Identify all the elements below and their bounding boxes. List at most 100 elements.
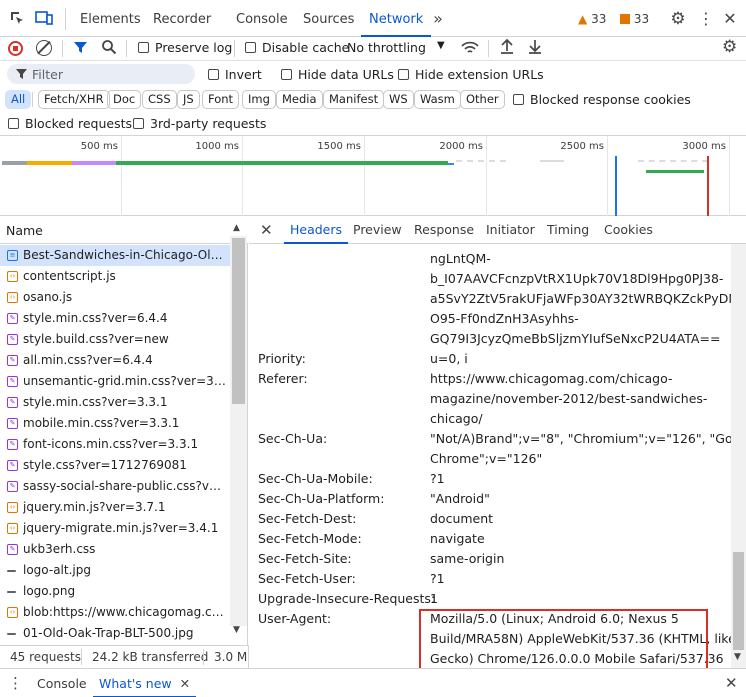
timeline-gridline <box>607 136 608 216</box>
request-row[interactable]: logo.png <box>0 581 230 602</box>
request-row[interactable]: ✎ style.min.css?ver=3.3.1 <box>0 392 230 413</box>
network-settings-gear-icon[interactable]: ⚙ <box>722 37 737 57</box>
type-filter-ws[interactable]: WS <box>383 90 414 109</box>
timeline-tick-label: 500 ms <box>80 141 118 152</box>
request-row[interactable]: logo-alt.jpg <box>0 560 230 581</box>
tab-console[interactable]: Console <box>236 0 288 37</box>
request-row[interactable]: ✎ style.min.css?ver=6.4.4 <box>0 308 230 329</box>
drawer-tab-whats-new[interactable]: What's new ✕ <box>93 669 197 697</box>
header-value: document <box>430 511 494 526</box>
request-row[interactable]: ✎ unsemantic-grid.min.css?ver=3.3.1 <box>0 371 230 392</box>
network-conditions-icon[interactable] <box>461 40 479 59</box>
filter-input[interactable]: Filter <box>7 64 195 84</box>
request-row[interactable]: ≡ Best-Sandwiches-in-Chicago-Old-Oa... <box>0 245 230 266</box>
css-file-icon: ✎ <box>7 460 18 471</box>
close-drawer-icon[interactable]: ✕ <box>725 674 738 692</box>
type-filter-css[interactable]: CSS <box>142 90 177 109</box>
type-filter-media[interactable]: Media <box>276 90 323 109</box>
invert-checkbox[interactable]: Invert <box>208 67 262 82</box>
request-row[interactable]: ‹› jquery.min.js?ver=3.7.1 <box>0 497 230 518</box>
type-filter-wasm[interactable]: Wasm <box>414 90 461 109</box>
settings-gear-icon[interactable]: ⚙ <box>669 10 687 28</box>
type-filter-manifest[interactable]: Manifest <box>323 90 385 109</box>
scrollbar-thumb[interactable] <box>232 238 245 404</box>
tab-label: Console <box>37 676 87 691</box>
request-row[interactable]: ✎ ukb3erh.css <box>0 539 230 560</box>
drawer-tab-console[interactable]: Console <box>37 676 87 691</box>
clear-icon[interactable] <box>36 40 52 56</box>
preserve-log-checkbox[interactable]: Preserve log <box>138 40 232 55</box>
tab-cookies[interactable]: Cookies <box>604 216 653 244</box>
issue-icon <box>620 14 630 24</box>
warnings-badge[interactable]: ▲ 33 <box>578 12 606 26</box>
request-row[interactable]: ✎ all.min.css?ver=6.4.4 <box>0 350 230 371</box>
close-detail-icon[interactable]: ✕ <box>260 221 273 239</box>
scroll-down-icon[interactable]: ▼ <box>233 625 240 635</box>
tab-label: Cookies <box>604 222 653 237</box>
tab-response[interactable]: Response <box>414 216 474 244</box>
tab-elements[interactable]: Elements <box>80 0 141 37</box>
filter-funnel-icon[interactable] <box>73 40 88 58</box>
device-toolbar-icon[interactable] <box>35 10 53 28</box>
throttling-select[interactable]: No throttling ▼ <box>347 40 445 55</box>
css-file-icon: ✎ <box>7 355 18 366</box>
tab-network[interactable]: Network <box>361 0 432 37</box>
tab-recorder[interactable]: Recorder <box>153 0 211 37</box>
type-filter-fetch-xhr[interactable]: Fetch/XHR <box>38 90 110 109</box>
request-row[interactable]: ‹› osano.js <box>0 287 230 308</box>
drawer-menu-icon[interactable]: ⋮ <box>8 674 23 692</box>
timeline-bar <box>646 170 704 173</box>
name-column-header[interactable]: Name ▲ <box>0 216 248 244</box>
export-har-icon[interactable] <box>527 39 543 58</box>
scroll-up-icon[interactable]: ▲ <box>233 223 240 233</box>
record-stop-icon[interactable] <box>8 41 23 56</box>
tab-initiator[interactable]: Initiator <box>486 216 535 244</box>
request-row[interactable]: ‹› contentscript.js <box>0 266 230 287</box>
request-row[interactable]: ✎ style.build.css?ver=new <box>0 329 230 350</box>
type-filter-other[interactable]: Other <box>460 90 505 109</box>
type-filter-doc[interactable]: Doc <box>107 90 142 109</box>
request-row[interactable]: ✎ font-icons.min.css?ver=3.3.1 <box>0 434 230 455</box>
more-options-icon[interactable]: ⋮ <box>697 10 715 28</box>
request-name: mobile.min.css?ver=3.3.1 <box>23 416 180 430</box>
inspect-element-icon[interactable] <box>8 10 26 28</box>
tab-timing[interactable]: Timing <box>547 216 589 244</box>
hide-extension-urls-checkbox[interactable]: Hide extension URLs <box>398 67 544 82</box>
type-filter-js[interactable]: JS <box>177 90 200 109</box>
request-row[interactable]: ✎ sassy-social-share-public.css?ver=3.... <box>0 476 230 497</box>
request-row[interactable]: 01-Old-Oak-Trap-BLT-500.jpg <box>0 623 230 644</box>
timeline-overview[interactable]: 500 ms 1000 ms 1500 ms 2000 ms 2500 ms 3… <box>0 136 746 216</box>
divider <box>234 40 235 57</box>
blocked-requests-checkbox[interactable]: Blocked requests <box>8 116 132 131</box>
scroll-down-icon[interactable]: ▼ <box>734 652 741 662</box>
tab-sources[interactable]: Sources <box>303 0 354 37</box>
type-filter-img[interactable]: Img <box>242 90 276 109</box>
close-icon[interactable]: ✕ <box>721 10 739 28</box>
issues-badge[interactable]: 33 <box>620 12 649 26</box>
more-tabs-icon[interactable]: » <box>429 10 447 28</box>
third-party-requests-checkbox[interactable]: 3rd-party requests <box>133 116 266 131</box>
blocked-response-cookies-checkbox[interactable]: Blocked response cookies <box>513 92 691 107</box>
request-name: ukb3erh.css <box>23 542 96 556</box>
tab-label: Response <box>414 222 475 237</box>
timeline-gridline <box>729 136 730 216</box>
tab-headers[interactable]: Headers <box>284 216 349 244</box>
type-filter-font[interactable]: Font <box>202 90 240 109</box>
request-row[interactable]: ‹› jquery-migrate.min.js?ver=3.4.1 <box>0 518 230 539</box>
header-value: ?1 <box>430 571 445 586</box>
search-icon[interactable] <box>101 39 117 58</box>
header-value: https://www.chicagomag.com/chicago- <box>430 371 673 386</box>
timeline-gridline <box>486 136 487 216</box>
close-tab-icon[interactable]: ✕ <box>180 676 190 691</box>
header-name: Priority: <box>258 351 306 366</box>
import-har-icon[interactable] <box>499 38 515 58</box>
detail-scrollbar-thumb[interactable] <box>733 552 744 650</box>
tab-preview[interactable]: Preview <box>353 216 402 244</box>
transferred-size: 24.2 kB transferred <box>92 650 209 664</box>
disable-cache-checkbox[interactable]: Disable cache <box>245 40 349 55</box>
request-row[interactable]: ✎ style.css?ver=1712769081 <box>0 455 230 476</box>
hide-data-urls-checkbox[interactable]: Hide data URLs <box>281 67 394 82</box>
type-filter-all[interactable]: All <box>5 90 32 109</box>
request-row[interactable]: ✎ mobile.min.css?ver=3.3.1 <box>0 413 230 434</box>
request-row[interactable]: ‹› blob:https://www.chicagomag.com/... <box>0 602 230 623</box>
